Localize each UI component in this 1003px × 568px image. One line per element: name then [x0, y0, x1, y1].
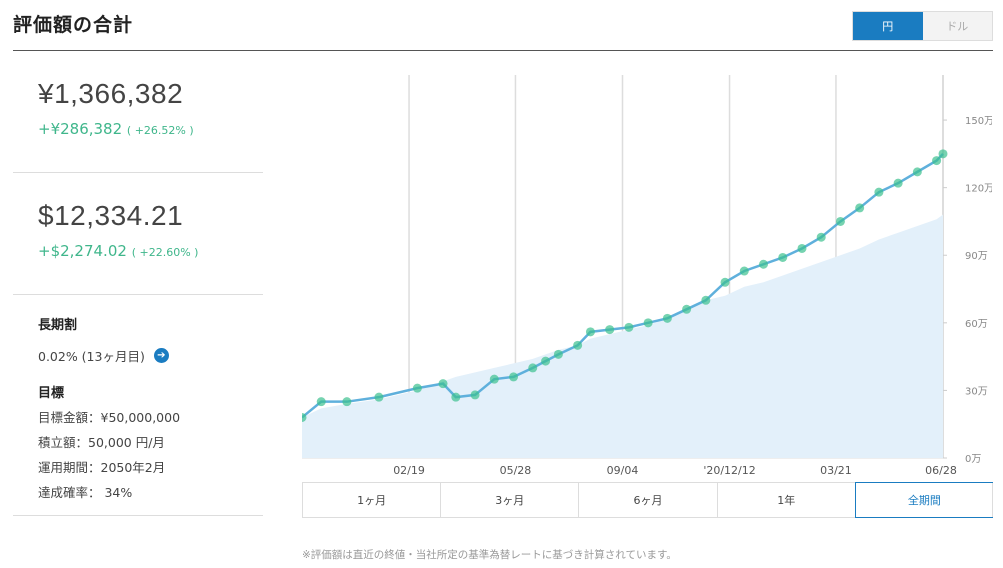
summary-panel: ¥1,366,382 +¥286,382 ( +26.52% ) $12,334… — [13, 51, 263, 516]
tab-1-year[interactable]: 1年 — [718, 483, 856, 517]
data-point — [573, 340, 583, 350]
data-point — [797, 243, 807, 253]
data-point — [316, 397, 326, 407]
jpy-total-value: ¥1,366,382 — [38, 78, 184, 109]
tab-all-period[interactable]: 全期間 — [854, 482, 994, 518]
y-tick-label: 150万 — [965, 116, 992, 127]
data-point — [342, 397, 352, 407]
data-point — [932, 156, 942, 166]
page-title: 評価額の合計 — [13, 14, 134, 36]
tab-1-month[interactable]: 1ヶ月 — [303, 483, 442, 517]
goal-period: 運用期間：2050年2月 — [38, 460, 166, 475]
data-point — [816, 232, 826, 242]
currency-toggle: 円 ドル — [852, 11, 993, 41]
data-point — [893, 178, 903, 188]
jpy-gain: +¥286,382 ( +26.52% ) — [38, 120, 263, 138]
usd-summary: $12,334.21 +$2,274.02 ( +22.60% ) — [13, 173, 263, 295]
data-point — [451, 392, 461, 402]
x-tick-label: 03/21 — [820, 464, 852, 477]
jpy-summary: ¥1,366,382 +¥286,382 ( +26.52% ) — [13, 51, 263, 173]
data-point — [938, 149, 948, 159]
data-point — [470, 390, 480, 400]
data-point — [489, 374, 499, 384]
data-point — [438, 379, 448, 389]
usd-total-value: $12,334.21 — [38, 200, 184, 231]
data-point — [912, 167, 922, 177]
y-tick-label: 60万 — [965, 319, 988, 330]
data-point — [720, 277, 730, 287]
data-point — [643, 318, 653, 328]
goal-info: 長期割 0.02% (13ヶ月目) ➔ 目標 目標金額：¥50,000,000 … — [13, 295, 263, 516]
data-point — [605, 325, 615, 335]
long-term-heading: 長期割 — [38, 318, 78, 333]
data-point — [528, 363, 538, 373]
usd-gain-amount: +$2,274.02 — [38, 242, 127, 260]
y-tick-label: 120万 — [965, 184, 992, 195]
usd-gain-pct: ( +22.60% ) — [131, 246, 199, 259]
period-tabs: 1ヶ月 3ヶ月 6ヶ月 1年 全期間 — [302, 482, 994, 518]
valuation-chart: 0万 30万 60万 90万 120万 150万 02/19 05/28 09/04 '20/1… — [302, 75, 992, 477]
data-point — [682, 304, 692, 314]
x-tick-label: 09/04 — [607, 464, 639, 477]
data-point — [374, 392, 384, 402]
goal-probability: 達成確率： 34% — [38, 485, 133, 500]
tab-3-months[interactable]: 3ヶ月 — [441, 483, 580, 517]
goal-heading: 目標 — [38, 386, 65, 401]
jpy-gain-pct: ( +26.52% ) — [126, 124, 194, 137]
data-point — [509, 372, 519, 382]
y-tick-label: 0万 — [965, 454, 981, 465]
y-tick-label: 30万 — [965, 386, 988, 397]
data-point — [624, 322, 634, 332]
tab-6-months[interactable]: 6ヶ月 — [579, 483, 718, 517]
jpy-gain-amount: +¥286,382 — [38, 120, 123, 138]
data-point — [739, 266, 749, 276]
data-point — [553, 349, 563, 359]
currency-usd-button[interactable]: ドル — [922, 12, 992, 40]
y-tick-label: 90万 — [965, 251, 988, 262]
data-point — [662, 313, 672, 323]
data-point — [835, 216, 845, 226]
goal-monthly: 積立額：50,000 円/月 — [38, 435, 165, 450]
long-term-text: 0.02% (13ヶ月目) — [38, 349, 145, 364]
footnote: ※評価額は直近の終値・当社所定の基準為替レートに基づき計算されています。 — [302, 549, 677, 561]
long-term-row: 0.02% (13ヶ月目) ➔ — [38, 346, 263, 365]
data-point — [874, 187, 884, 197]
data-point — [855, 203, 865, 213]
data-point — [759, 259, 769, 269]
data-point — [778, 252, 788, 262]
data-point — [541, 356, 551, 366]
data-point — [585, 327, 595, 337]
x-tick-label: '20/12/12 — [703, 464, 755, 477]
data-point — [701, 295, 711, 305]
arrow-right-icon[interactable]: ➔ — [153, 348, 169, 363]
currency-jpy-button[interactable]: 円 — [853, 12, 923, 40]
goal-amount: 目標金額：¥50,000,000 — [38, 410, 181, 425]
x-tick-label: 05/28 — [500, 464, 532, 477]
usd-gain: +$2,274.02 ( +22.60% ) — [38, 242, 263, 260]
x-tick-label: 06/28 — [925, 464, 957, 477]
x-tick-label: 02/19 — [393, 464, 425, 477]
data-point — [412, 383, 422, 393]
